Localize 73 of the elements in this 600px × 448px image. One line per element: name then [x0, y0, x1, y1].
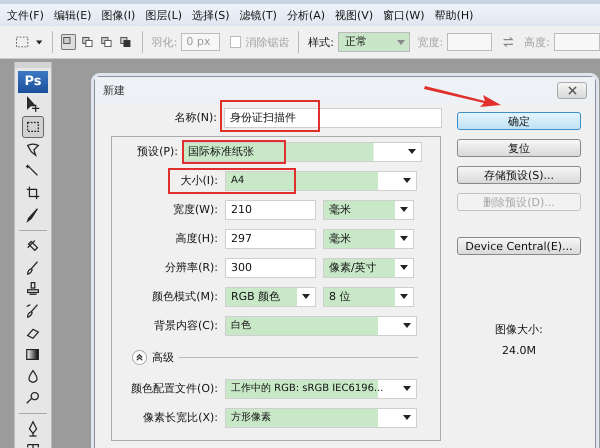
caret-icon — [400, 265, 408, 270]
menu-item[interactable]: 视图(V) — [330, 8, 378, 22]
field-label: 预设(P): — [136, 144, 178, 159]
selection-mode-icon[interactable] — [61, 34, 76, 50]
height-label: 高度: — [524, 34, 550, 50]
caret-icon — [400, 294, 408, 299]
selection-mode-icon[interactable] — [118, 34, 133, 50]
caret-icon — [408, 149, 416, 154]
app-logo: Ps — [18, 70, 48, 93]
dialog-button[interactable]: Device Central(E)... — [457, 237, 581, 255]
number-field[interactable]: 210 — [225, 200, 316, 220]
section-title: 高级 — [152, 350, 174, 364]
menu-item[interactable]: 图像(I) — [96, 8, 140, 22]
style-select[interactable]: 正常 — [338, 32, 410, 52]
dropdown[interactable]: 像素/英寸 — [323, 258, 414, 278]
menu-item[interactable]: 滤镜(T) — [234, 8, 282, 22]
caret-icon — [302, 294, 310, 299]
preset-select[interactable]: 国际标准纸张 — [182, 142, 422, 162]
dialog-button[interactable]: 复位 — [457, 139, 581, 157]
field-label: 高度(H): — [174, 231, 218, 246]
dropdown[interactable]: 8 位 — [323, 286, 414, 306]
dropdown[interactable]: 方形像素 — [225, 408, 417, 428]
menu-item[interactable]: 选择(S) — [187, 8, 235, 22]
menu-item[interactable]: 图层(L) — [140, 8, 188, 22]
dropdown[interactable]: 白色 — [225, 316, 417, 336]
caret-icon — [396, 40, 405, 44]
image-size-label: 图像大小: — [495, 322, 543, 337]
name-field[interactable]: 身份证扫描件 — [224, 108, 442, 128]
number-field[interactable]: 297 — [225, 228, 316, 248]
field-label: 宽度(W): — [172, 202, 218, 217]
dropdown[interactable]: RGB 颜色 — [225, 286, 316, 306]
image-size-value: 24.0M — [502, 344, 536, 357]
menu-item[interactable]: 文件(F) — [2, 8, 49, 22]
field-label: 分辨率(R): — [164, 260, 218, 275]
dialog-title: 新建 — [103, 82, 125, 98]
caret-icon[interactable] — [36, 40, 43, 44]
height-field[interactable] — [554, 33, 600, 51]
selection-mode-icon[interactable] — [99, 34, 114, 50]
field-label: 大小(I): — [179, 173, 218, 188]
antialias-label: 消除锯齿 — [245, 34, 290, 50]
menu-item[interactable]: 编辑(E) — [48, 8, 96, 22]
chevron-icon — [135, 352, 144, 362]
field-label: 名称(N): — [173, 110, 217, 125]
dialog-button[interactable]: 确定 — [457, 112, 581, 130]
selection-mode-icon[interactable] — [80, 34, 96, 50]
dropdown[interactable]: 毫米 — [323, 200, 414, 220]
close-button[interactable] — [557, 82, 587, 98]
field-label: 像素长宽比(X): — [142, 410, 218, 425]
marquee-icon[interactable] — [22, 116, 44, 138]
close-icon — [568, 86, 576, 94]
style-label: 样式: — [308, 34, 334, 50]
caret-icon — [403, 323, 411, 328]
field-label: 颜色配置文件(O): — [130, 381, 218, 396]
collapse-toggle[interactable] — [132, 350, 147, 364]
menu-item[interactable]: 帮助(H) — [430, 8, 478, 22]
dialog-button[interactable]: 存储预设(S)... — [457, 166, 581, 184]
caret-icon — [400, 207, 408, 212]
width-field[interactable] — [447, 33, 492, 51]
caret-icon — [403, 386, 411, 391]
menu-item[interactable]: 分析(A) — [282, 8, 330, 22]
dropdown[interactable]: 毫米 — [323, 228, 414, 248]
width-label: 宽度: — [418, 34, 444, 50]
caret-icon — [403, 415, 411, 420]
menu-item[interactable]: 窗口(W) — [378, 8, 430, 22]
field-label: 背景内容(C): — [153, 318, 218, 333]
swap-icon[interactable] — [502, 35, 514, 49]
dropdown[interactable]: A4 — [225, 170, 417, 190]
caret-icon — [400, 236, 408, 241]
field-label: 颜色模式(M): — [151, 289, 218, 304]
number-field[interactable]: 300 — [225, 258, 316, 278]
dropdown[interactable]: 工作中的 RGB: sRGB IEC6196... — [225, 378, 417, 398]
feather-label: 羽化: — [152, 34, 178, 50]
caret-icon — [403, 178, 411, 183]
